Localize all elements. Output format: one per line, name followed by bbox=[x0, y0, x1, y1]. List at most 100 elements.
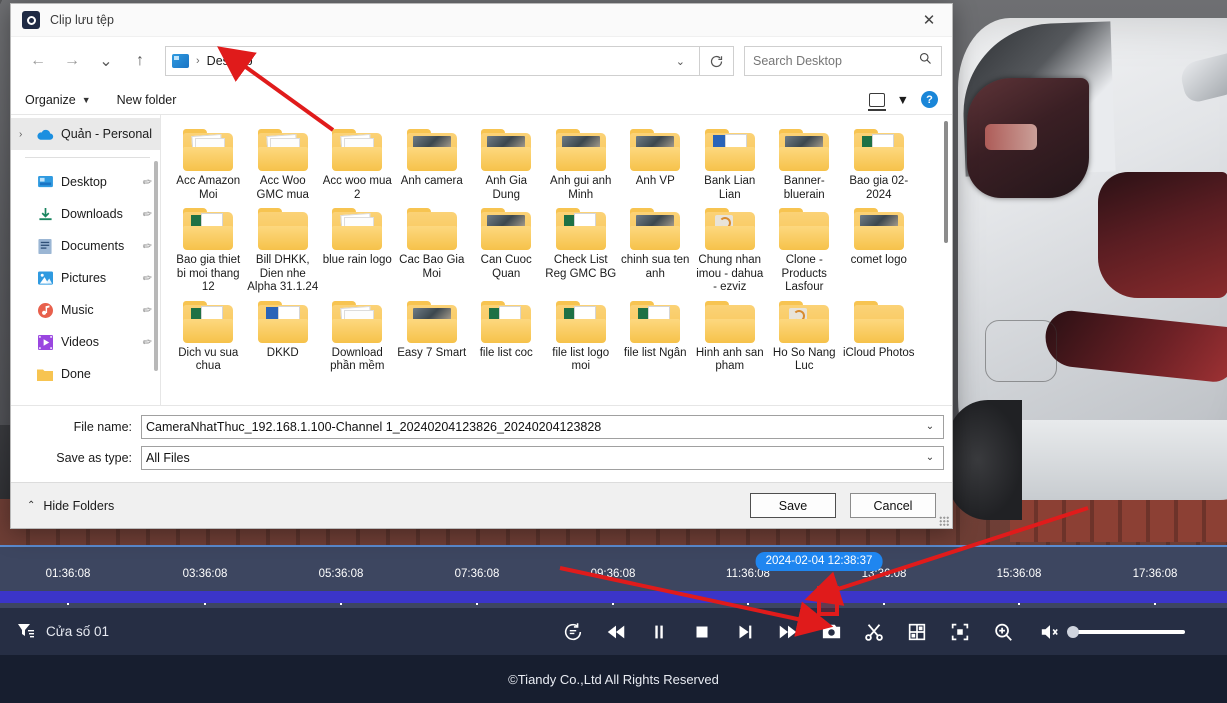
file-list-scrollbar[interactable] bbox=[944, 121, 948, 243]
sidebar-item-pictures[interactable]: Pictures ✐ bbox=[11, 262, 160, 294]
chevron-down-icon[interactable]: ⌄ bbox=[668, 55, 693, 68]
chevron-down-icon[interactable]: ⌄ bbox=[89, 45, 123, 77]
file-item[interactable]: Banner-bluerain bbox=[767, 129, 842, 202]
chevron-down-icon[interactable]: ⌄ bbox=[921, 421, 939, 432]
search-box[interactable] bbox=[744, 46, 942, 76]
file-item[interactable]: Easy 7 Smart bbox=[395, 300, 470, 374]
file-item[interactable]: chinh sua ten anh bbox=[618, 208, 693, 295]
view-layout-icon[interactable] bbox=[867, 92, 886, 111]
file-item[interactable]: Anh Gia Dung bbox=[469, 129, 544, 202]
resize-grip[interactable] bbox=[939, 516, 949, 526]
file-item[interactable]: DKKD bbox=[246, 300, 321, 374]
sidebar-scrollbar[interactable] bbox=[154, 161, 158, 371]
sidebar-item-downloads[interactable]: Downloads ✐ bbox=[11, 198, 160, 230]
pin-icon[interactable]: ✐ bbox=[139, 334, 154, 350]
sidebar-item-onedrive[interactable]: › Quản - Personal bbox=[11, 118, 160, 150]
pin-icon[interactable]: ✐ bbox=[139, 206, 154, 222]
sidebar-item-done[interactable]: Done bbox=[11, 358, 160, 390]
pin-icon[interactable]: ✐ bbox=[139, 238, 154, 254]
volume-control[interactable] bbox=[1037, 619, 1185, 645]
window-selector[interactable]: Cửa số 01 bbox=[17, 621, 109, 642]
file-item[interactable]: Acc Woo GMC mua bbox=[246, 129, 321, 202]
chevron-right-icon[interactable]: › bbox=[19, 129, 35, 140]
app-circle-icon bbox=[22, 11, 40, 29]
search-input[interactable] bbox=[753, 54, 918, 68]
file-item[interactable]: Can Cuoc Quan bbox=[469, 208, 544, 295]
close-icon[interactable]: ✕ bbox=[906, 4, 952, 37]
pin-icon[interactable]: ✐ bbox=[139, 174, 154, 190]
save-as-type-input[interactable] bbox=[146, 450, 921, 465]
camera-snapshot-icon[interactable] bbox=[818, 619, 844, 645]
file-name-field[interactable]: ⌄ bbox=[141, 414, 944, 439]
sidebar-item-desktop[interactable]: Desktop ✐ bbox=[11, 166, 160, 198]
chevron-down-icon[interactable]: ▼ bbox=[897, 93, 909, 107]
file-item[interactable]: blue rain logo bbox=[320, 208, 395, 295]
car-rear-window bbox=[967, 78, 1089, 198]
timeline-tick-label: 03:36:08 bbox=[182, 568, 228, 580]
new-folder-button[interactable]: New folder bbox=[117, 93, 177, 107]
file-item[interactable]: Bank Lian Lian bbox=[693, 129, 768, 202]
file-item[interactable]: Anh gui anh Minh bbox=[544, 129, 619, 202]
file-item[interactable]: Bao gia thiet bi moi thang 12 bbox=[171, 208, 246, 295]
arrow-up-icon[interactable]: ↑ bbox=[123, 45, 157, 77]
chevron-down-icon: ▼ bbox=[81, 94, 91, 105]
volume-slider[interactable] bbox=[1067, 625, 1185, 638]
file-item[interactable]: Bao gia 02-2024 bbox=[842, 129, 917, 202]
file-item[interactable]: Chung nhan imou - dahua - ezviz bbox=[693, 208, 768, 295]
file-list-pane[interactable]: Acc Amazon Moi Acc Woo GMC mua Acc woo mua… bbox=[161, 115, 952, 405]
next-frame-icon[interactable] bbox=[732, 619, 758, 645]
zoom-in-icon[interactable] bbox=[990, 619, 1016, 645]
pin-icon[interactable]: ✐ bbox=[139, 302, 154, 318]
dialog-titlebar[interactable]: Clip lưu tệp ✕ bbox=[11, 4, 952, 37]
sync-loop-icon[interactable] bbox=[560, 619, 586, 645]
fast-forward-icon[interactable] bbox=[775, 619, 801, 645]
timeline-playhead[interactable] bbox=[817, 586, 839, 616]
sidebar-item-videos[interactable]: Videos ✐ bbox=[11, 326, 160, 358]
arrow-left-icon[interactable]: ← bbox=[21, 45, 55, 77]
file-item[interactable]: Dich vu sua chua bbox=[171, 300, 246, 374]
grid-layout-icon[interactable] bbox=[904, 619, 930, 645]
stop-icon[interactable] bbox=[689, 619, 715, 645]
file-name-input[interactable] bbox=[146, 419, 921, 434]
file-item[interactable]: comet logo bbox=[842, 208, 917, 295]
address-bar[interactable]: › Desktop ⌄ bbox=[165, 46, 700, 76]
volume-mute-icon[interactable] bbox=[1037, 619, 1063, 645]
organize-button[interactable]: Organize ▼ bbox=[25, 93, 91, 107]
rewind-icon[interactable] bbox=[603, 619, 629, 645]
sidebar-item-music[interactable]: Music ✐ bbox=[11, 294, 160, 326]
cancel-button[interactable]: Cancel bbox=[850, 493, 936, 518]
file-item[interactable]: Check List Reg GMC BG bbox=[544, 208, 619, 295]
pause-icon[interactable] bbox=[646, 619, 672, 645]
file-item[interactable]: file list Ngân bbox=[618, 300, 693, 374]
scissors-clip-icon[interactable] bbox=[861, 619, 887, 645]
file-item[interactable]: Acc Amazon Moi bbox=[171, 129, 246, 202]
fullscreen-icon[interactable] bbox=[947, 619, 973, 645]
file-item[interactable]: Acc woo mua 2 bbox=[320, 129, 395, 202]
save-button[interactable]: Save bbox=[750, 493, 836, 518]
playback-timeline[interactable]: 01:36:08 03:36:08 05:36:08 07:36:08 09:36:08… bbox=[0, 545, 1227, 608]
sidebar-item-documents[interactable]: Documents ✐ bbox=[11, 230, 160, 262]
pin-icon[interactable]: ✐ bbox=[139, 270, 154, 286]
file-item[interactable]: file list coc bbox=[469, 300, 544, 374]
search-icon[interactable] bbox=[918, 51, 933, 71]
file-item[interactable]: Anh camera bbox=[395, 129, 470, 202]
help-icon[interactable]: ? bbox=[921, 91, 938, 108]
file-item[interactable]: Download phần mềm bbox=[320, 300, 395, 374]
file-item[interactable]: iCloud Photos bbox=[842, 300, 917, 374]
save-as-type-field[interactable]: ⌄ bbox=[141, 445, 944, 470]
hide-folders-button[interactable]: ⌃ Hide Folders bbox=[27, 499, 114, 513]
volume-slider-knob[interactable] bbox=[1067, 625, 1079, 638]
file-item[interactable]: Cac Bao Gia Moi bbox=[395, 208, 470, 295]
arrow-right-icon[interactable]: → bbox=[55, 45, 89, 77]
file-item[interactable]: Ho So Nang Luc bbox=[767, 300, 842, 374]
breadcrumb[interactable]: Desktop bbox=[207, 54, 253, 68]
timeline-recording-bar[interactable] bbox=[0, 591, 1227, 603]
folder-photo-icon bbox=[406, 129, 457, 171]
file-item[interactable]: Hinh anh san pham bbox=[693, 300, 768, 374]
file-item[interactable]: Bill DHKK, Dien nhe Alpha 31.1.24 bbox=[246, 208, 321, 295]
chevron-down-icon[interactable]: ⌄ bbox=[921, 452, 939, 463]
file-item[interactable]: Anh VP bbox=[618, 129, 693, 202]
refresh-icon[interactable] bbox=[700, 46, 734, 76]
file-item[interactable]: file list logo moi bbox=[544, 300, 619, 374]
file-item[interactable]: Clone - Products Lasfour bbox=[767, 208, 842, 295]
